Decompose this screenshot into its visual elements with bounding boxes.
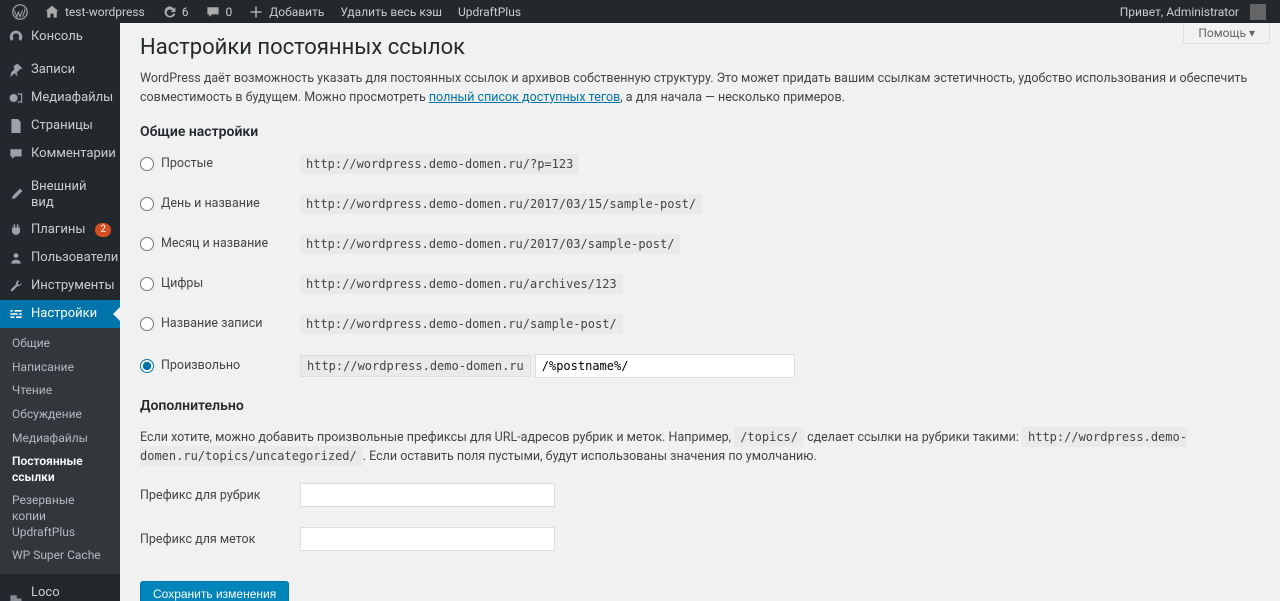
radio-numeric[interactable] bbox=[140, 277, 154, 291]
radio-dayname[interactable] bbox=[140, 197, 154, 211]
help-tab[interactable]: Помощь ▾ bbox=[1183, 23, 1270, 44]
users-icon bbox=[8, 250, 24, 266]
topics-sample: /topics/ bbox=[734, 427, 804, 447]
sample-monthname: http://wordpress.demo-domen.ru/2017/03/s… bbox=[300, 234, 680, 254]
wp-logo[interactable] bbox=[4, 0, 36, 23]
menu-appearance[interactable]: Внешний вид bbox=[0, 173, 120, 216]
radio-postname[interactable] bbox=[140, 317, 154, 331]
option-postname[interactable]: Название записи bbox=[140, 316, 300, 331]
main-content: Настройки постоянных ссылок WordPress да… bbox=[120, 23, 1280, 601]
row-postname: Название записи http://wordpress.demo-do… bbox=[140, 314, 1260, 334]
category-base-input[interactable] bbox=[300, 483, 555, 507]
settings-submenu: Общие Написание Чтение Обсуждение Медиаф… bbox=[0, 328, 120, 574]
chevron-down-icon: ▾ bbox=[1249, 26, 1255, 40]
menu-pages[interactable]: Страницы bbox=[0, 112, 120, 140]
menu-media[interactable]: Медиафайлы bbox=[0, 84, 120, 112]
comments-count: 0 bbox=[226, 5, 233, 19]
page-description: WordPress даёт возможность указать для п… bbox=[140, 70, 1260, 108]
save-button[interactable]: Сохранить изменения bbox=[140, 581, 289, 601]
add-new-link[interactable]: Добавить bbox=[240, 0, 332, 23]
account-link[interactable]: Привет, Administrator bbox=[1112, 0, 1274, 23]
media-icon bbox=[8, 90, 24, 106]
brush-icon bbox=[8, 187, 24, 203]
row-numeric: Цифры http://wordpress.demo-domen.ru/arc… bbox=[140, 274, 1260, 294]
avatar bbox=[1250, 4, 1266, 20]
common-settings-heading: Общие настройки bbox=[140, 124, 1260, 140]
radio-custom[interactable] bbox=[140, 359, 154, 373]
submenu-backup[interactable]: Резервные копии UpdraftPlus bbox=[0, 489, 120, 544]
submenu-permalinks[interactable]: Постоянные ссылки bbox=[0, 450, 120, 489]
row-custom: Произвольно http://wordpress.demo-domen.… bbox=[140, 354, 1260, 378]
submenu-discussion[interactable]: Обсуждение bbox=[0, 403, 120, 427]
comment-icon bbox=[8, 146, 24, 162]
menu-tools[interactable]: Инструменты bbox=[0, 272, 120, 300]
comment-icon bbox=[205, 4, 221, 20]
add-new-label: Добавить bbox=[269, 5, 324, 19]
sample-numeric: http://wordpress.demo-domen.ru/archives/… bbox=[300, 274, 623, 294]
plus-icon bbox=[248, 4, 264, 20]
wrench-icon bbox=[8, 278, 24, 294]
menu-users[interactable]: Пользователи bbox=[0, 244, 120, 272]
row-monthname: Месяц и название http://wordpress.demo-d… bbox=[140, 234, 1260, 254]
comments-link[interactable]: 0 bbox=[197, 0, 241, 23]
tag-base-label: Префикс для меток bbox=[140, 532, 300, 547]
wordpress-icon bbox=[12, 4, 28, 20]
sample-postname: http://wordpress.demo-domen.ru/sample-po… bbox=[300, 314, 623, 334]
row-plain: Простые http://wordpress.demo-domen.ru/?… bbox=[140, 154, 1260, 174]
radio-plain[interactable] bbox=[140, 157, 154, 171]
clear-cache-link[interactable]: Удалить весь кэш bbox=[332, 0, 450, 23]
menu-posts[interactable]: Записи bbox=[0, 56, 120, 84]
menu-comments[interactable]: Комментарии bbox=[0, 140, 120, 168]
option-dayname[interactable]: День и название bbox=[140, 196, 300, 211]
tag-base-input[interactable] bbox=[300, 527, 555, 551]
submenu-general[interactable]: Общие bbox=[0, 332, 120, 356]
submenu-media[interactable]: Медиафайлы bbox=[0, 427, 120, 451]
menu-settings[interactable]: Настройки bbox=[0, 300, 120, 328]
admin-sidebar: Консоль Записи Медиафайлы Страницы Комме… bbox=[0, 23, 120, 601]
custom-prefix: http://wordpress.demo-domen.ru bbox=[300, 355, 531, 377]
row-dayname: День и название http://wordpress.demo-do… bbox=[140, 194, 1260, 214]
sample-plain: http://wordpress.demo-domen.ru/?p=123 bbox=[300, 154, 579, 174]
row-category-base: Префикс для рубрик bbox=[140, 483, 1260, 507]
option-custom[interactable]: Произвольно bbox=[140, 358, 300, 373]
site-name-link[interactable]: test-wordpress bbox=[36, 0, 153, 23]
custom-structure-input[interactable] bbox=[535, 354, 795, 378]
sliders-icon bbox=[8, 306, 24, 322]
submenu-reading[interactable]: Чтение bbox=[0, 379, 120, 403]
menu-plugins[interactable]: Плагины 2 bbox=[0, 216, 120, 244]
translate-icon bbox=[8, 592, 24, 601]
menu-dashboard[interactable]: Консоль bbox=[0, 23, 120, 51]
dashboard-icon bbox=[8, 29, 24, 45]
updates-count: 6 bbox=[182, 5, 189, 19]
option-numeric[interactable]: Цифры bbox=[140, 276, 300, 291]
page-title: Настройки постоянных ссылок bbox=[140, 35, 1260, 60]
pin-icon bbox=[8, 62, 24, 78]
updraft-link[interactable]: UpdraftPlus bbox=[450, 0, 529, 23]
plugin-icon bbox=[8, 222, 24, 238]
submenu-writing[interactable]: Написание bbox=[0, 356, 120, 380]
optional-heading: Дополнительно bbox=[140, 398, 1260, 414]
site-name: test-wordpress bbox=[65, 5, 145, 19]
optional-description: Если хотите, можно добавить произвольные… bbox=[140, 428, 1260, 468]
update-icon bbox=[161, 4, 177, 20]
plugins-badge: 2 bbox=[95, 223, 111, 237]
admin-toolbar: test-wordpress 6 0 Добавить Удалить весь… bbox=[0, 0, 1280, 23]
menu-loco[interactable]: Loco Translate bbox=[0, 579, 120, 601]
submenu-cache[interactable]: WP Super Cache bbox=[0, 544, 120, 568]
page-icon bbox=[8, 118, 24, 134]
sample-dayname: http://wordpress.demo-domen.ru/2017/03/1… bbox=[300, 194, 702, 214]
option-monthname[interactable]: Месяц и название bbox=[140, 236, 300, 251]
option-plain[interactable]: Простые bbox=[140, 156, 300, 171]
row-tag-base: Префикс для меток bbox=[140, 527, 1260, 551]
radio-monthname[interactable] bbox=[140, 237, 154, 251]
greeting: Привет, Administrator bbox=[1120, 5, 1239, 19]
available-tags-link[interactable]: полный список доступных тегов bbox=[429, 90, 620, 105]
home-icon bbox=[44, 4, 60, 20]
updates-link[interactable]: 6 bbox=[153, 0, 197, 23]
category-base-label: Префикс для рубрик bbox=[140, 488, 300, 503]
